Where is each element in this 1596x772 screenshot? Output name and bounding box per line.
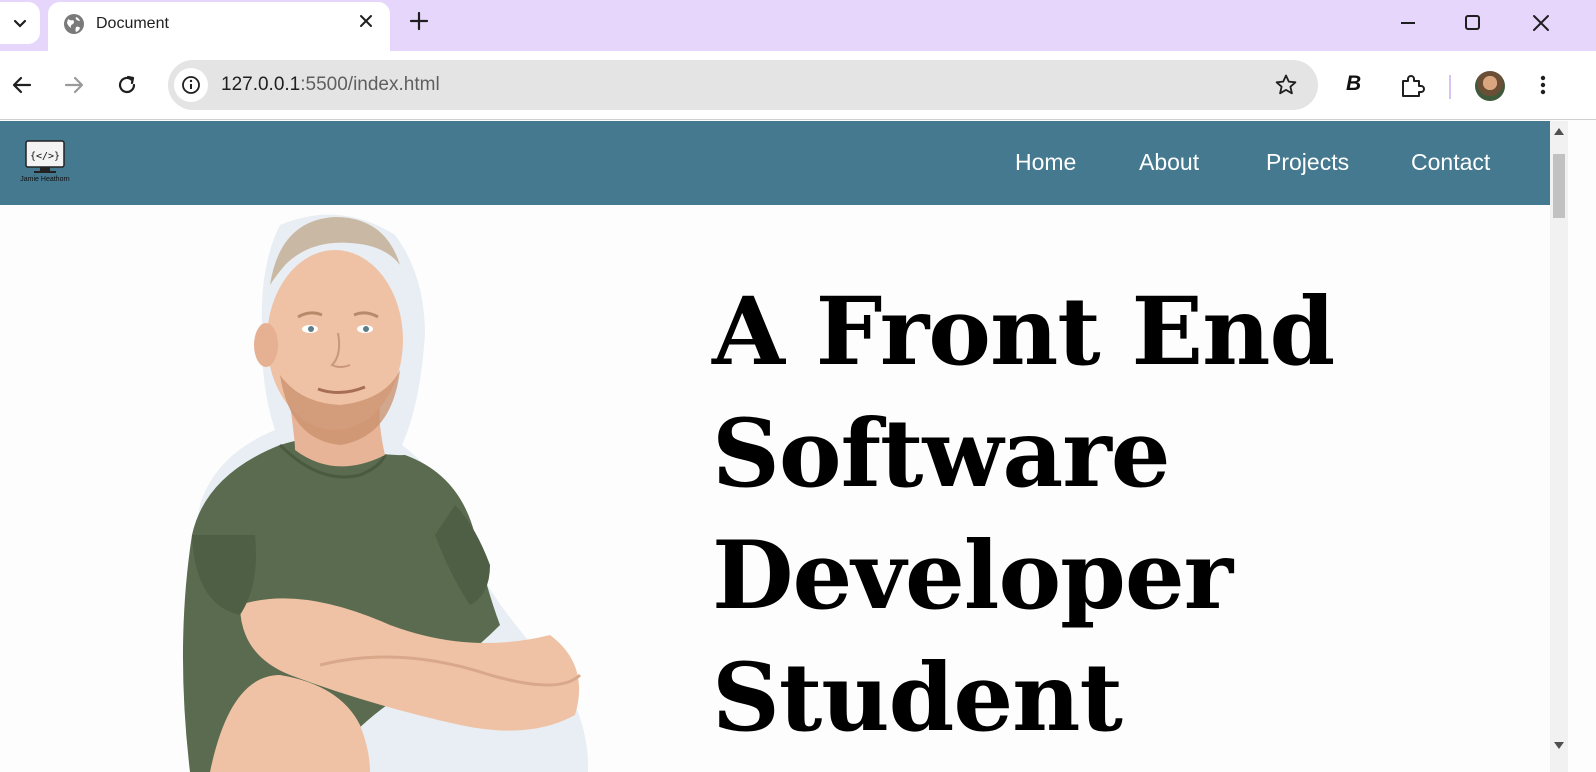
forward-arrow-icon[interactable]	[62, 73, 86, 97]
logo-caption: Jamie Heathorn	[20, 176, 70, 183]
new-tab-plus-icon[interactable]	[408, 10, 430, 32]
extensions-puzzle-icon[interactable]	[1399, 73, 1425, 99]
globe-icon	[64, 14, 84, 34]
nav-link-home[interactable]: Home	[1015, 149, 1076, 176]
hero-line-2: Software	[712, 399, 1171, 509]
url-path: :5500/index.html	[300, 74, 440, 95]
close-icon[interactable]	[358, 13, 374, 29]
address-bar[interactable]: 127.0.0.1:5500/index.html	[168, 60, 1318, 110]
back-arrow-icon[interactable]	[10, 73, 34, 97]
page-scrollbar[interactable]	[1550, 121, 1568, 772]
hero-heading: A Front End Software Developer Student	[712, 271, 1472, 759]
hero-line-4: Student	[712, 643, 1123, 753]
site-info-button[interactable]	[174, 68, 208, 102]
url-host: 127.0.0.1	[221, 74, 301, 95]
hero-line-3: Developer	[712, 521, 1233, 631]
tab-title: Document	[96, 15, 169, 32]
chevron-down-icon	[13, 19, 27, 28]
logo-glyph: {</>}	[30, 151, 60, 162]
monitor-code-icon: {</>}	[25, 140, 65, 173]
tab-search-button[interactable]	[0, 2, 40, 44]
address-url[interactable]: 127.0.0.1:5500/index.html	[221, 74, 440, 96]
toolbar-separator	[1449, 75, 1451, 99]
hero-portrait-image	[182, 214, 589, 772]
scrollbar-thumb[interactable]	[1553, 154, 1565, 218]
scroll-down-arrow-icon[interactable]	[1554, 742, 1564, 750]
reload-icon[interactable]	[115, 73, 139, 97]
browser-tab-active[interactable]: Document	[48, 2, 390, 51]
nav-link-about[interactable]: About	[1139, 149, 1199, 176]
browser-toolbar: 127.0.0.1:5500/index.html B	[0, 51, 1596, 120]
nav-link-projects[interactable]: Projects	[1266, 149, 1349, 176]
profile-avatar[interactable]	[1475, 71, 1505, 101]
info-icon	[182, 76, 200, 94]
site-navbar: {</>} Jamie Heathorn Home About Projects…	[0, 121, 1550, 205]
menu-kebab-icon[interactable]	[1533, 73, 1553, 97]
bookmark-star-icon[interactable]	[1274, 73, 1298, 97]
page-viewport: {</>} Jamie Heathorn Home About Projects…	[0, 121, 1596, 772]
hero-line-1: A Front End	[712, 277, 1335, 387]
maximize-icon[interactable]	[1463, 11, 1483, 35]
minimize-icon[interactable]	[1398, 11, 1418, 35]
window-close-icon[interactable]	[1531, 11, 1551, 35]
scroll-up-arrow-icon[interactable]	[1554, 127, 1564, 135]
bold-extension-icon[interactable]: B	[1346, 72, 1361, 96]
browser-tabstrip: Document	[0, 0, 1596, 51]
nav-link-contact[interactable]: Contact	[1411, 149, 1490, 176]
site-logo[interactable]: {</>} Jamie Heathorn	[18, 139, 74, 189]
